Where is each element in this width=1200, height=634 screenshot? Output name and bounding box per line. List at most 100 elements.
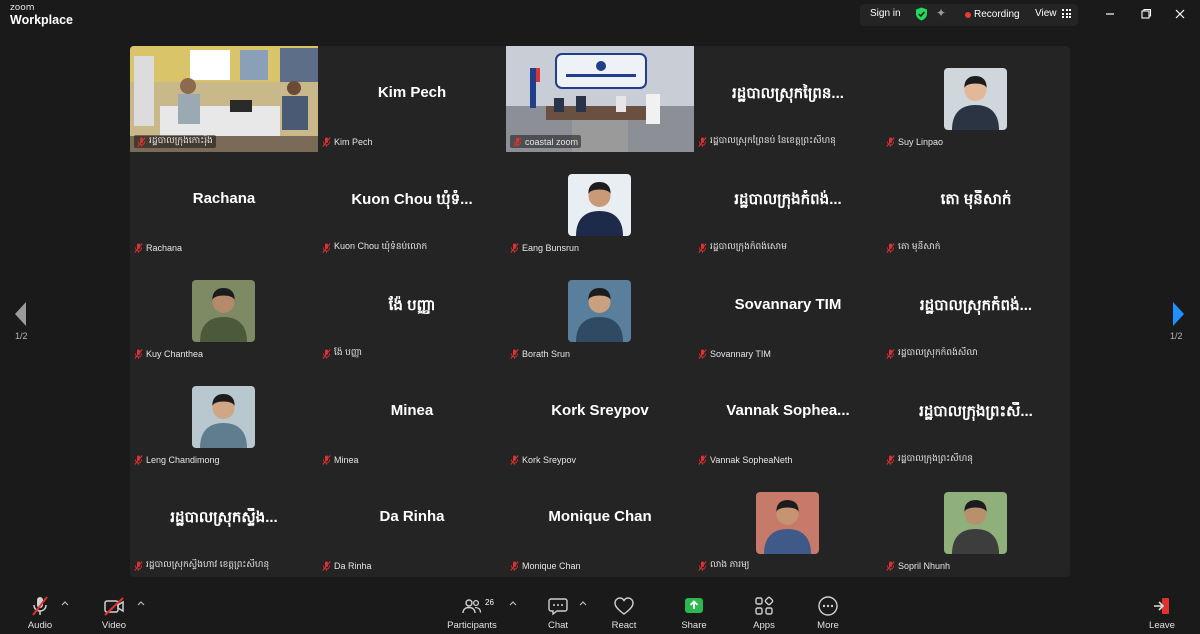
participant-tile[interactable]: Minea Minea — [318, 364, 506, 470]
participant-tile[interactable]: Suy Linpao — [882, 46, 1070, 152]
participant-tile[interactable]: Monique Chan Monique Chan — [506, 470, 694, 576]
mic-muted-icon — [886, 560, 895, 571]
participant-name: coastal zoom — [525, 136, 579, 147]
mic-muted-icon — [134, 348, 143, 359]
mic-muted-icon — [322, 242, 331, 253]
mic-muted-icon — [698, 348, 707, 359]
participant-name-label: Eang Bunsrun — [510, 241, 579, 254]
more-label: More — [817, 620, 839, 631]
participant-name: Borath Srun — [522, 348, 571, 359]
apps-icon — [755, 596, 774, 615]
participant-name: លាង ភារម្យ — [710, 559, 750, 569]
apps-button[interactable]: Apps — [746, 588, 782, 634]
participant-display-name: Rachana — [192, 190, 256, 207]
participant-name: ង៉ែ បញ្ញា — [334, 347, 363, 357]
participant-name-label: Kork Sreypov — [510, 453, 576, 466]
participant-tile[interactable]: coastal zoom — [506, 46, 694, 152]
participant-tile[interactable]: Rachana Rachana — [130, 152, 318, 258]
react-button[interactable]: React — [606, 588, 642, 634]
audio-label: Audio — [27, 620, 53, 631]
participant-tile[interactable]: រដ្ឋបាលក្រុងកោះរ៉ុង — [130, 46, 318, 152]
more-button[interactable]: More — [810, 588, 846, 634]
chat-button[interactable]: Chat — [540, 588, 576, 634]
close-icon[interactable] — [1172, 6, 1188, 22]
profile-photo — [756, 492, 819, 554]
participant-name-label: Sopril Nhunh — [886, 559, 950, 572]
restore-icon[interactable] — [1138, 6, 1154, 22]
participant-name-label: Da Rinha — [322, 559, 372, 572]
audio-options-chevron-icon[interactable] — [61, 600, 69, 606]
participant-display-name: Kuon Chou ឃុំទំ... — [351, 191, 473, 208]
mic-muted-icon — [698, 454, 707, 465]
participants-button[interactable]: 26 Participants — [444, 588, 500, 634]
chat-label: Chat — [547, 620, 569, 631]
participant-name-label: Kuy Chanthea — [134, 347, 203, 360]
participant-tile[interactable]: តោ មុនីសាក់ តោ មុនីសាក់ — [882, 152, 1070, 258]
recording-status[interactable]: Recording — [974, 9, 1020, 20]
participant-tile[interactable]: រដ្ឋបាលក្រុងព្រះសី... រដ្ឋបាលក្រុងព្រះសីហ… — [882, 364, 1070, 470]
participant-tile[interactable]: Kork Sreypov Kork Sreypov — [506, 364, 694, 470]
participant-name: រដ្ឋបាលស្រុកព្រៃនប់ នៃខេត្តព្រះសីហនុ — [710, 135, 836, 145]
participants-label: Participants — [447, 620, 497, 631]
mic-muted-icon — [510, 560, 519, 571]
participant-tile[interactable]: រដ្ឋបាលស្រុកព្រៃន... រដ្ឋបាលស្រុកព្រៃនប់ … — [694, 46, 882, 152]
video-label: Video — [101, 620, 127, 631]
leave-label: Leave — [1149, 620, 1175, 631]
participant-display-name: ង៉ែ បញ្ញា — [388, 297, 436, 314]
leave-icon — [1154, 598, 1169, 614]
participant-name: Da Rinha — [334, 560, 372, 571]
participant-tile[interactable]: Vannak Sophea... Vannak SopheaNeth — [694, 364, 882, 470]
participant-tile[interactable]: រដ្ឋបាលក្រុងកំពង់... រដ្ឋបាលក្រុងកំពង់សោម — [694, 152, 882, 258]
participant-tile[interactable]: Kuon Chou ឃុំទំ... Kuon Chou ឃុំទំនប់លោក — [318, 152, 506, 258]
zoom-logo: zoom Workplace — [10, 4, 73, 27]
brand-bottom: Workplace — [10, 13, 73, 27]
sign-in-button[interactable]: Sign in — [870, 8, 901, 19]
participant-tile[interactable]: Borath Srun — [506, 258, 694, 364]
minimize-icon[interactable] — [1102, 6, 1118, 22]
participants-icon — [462, 599, 482, 614]
participant-tile[interactable]: រដ្ឋបាលស្រុកកំពង់... រដ្ឋបាលស្រុកកំពង់សីល… — [882, 258, 1070, 364]
participant-tile[interactable]: Kuy Chanthea — [130, 258, 318, 364]
shield-icon[interactable] — [915, 7, 928, 21]
share-button[interactable]: Share — [676, 588, 712, 634]
ai-companion-icon[interactable]: ✦ — [936, 6, 950, 20]
participant-tile[interactable]: Sopril Nhunh — [882, 470, 1070, 576]
next-page-arrow-icon[interactable] — [1168, 296, 1188, 332]
participant-name: រដ្ឋបាលក្រុងព្រះសីហនុ — [898, 453, 974, 463]
participant-name: Suy Linpao — [898, 136, 944, 147]
chat-icon — [548, 598, 568, 616]
participant-tile[interactable]: Sovannary TIM Sovannary TIM — [694, 258, 882, 364]
participant-tile[interactable]: ង៉ែ បញ្ញា ង៉ែ បញ្ញា — [318, 258, 506, 364]
profile-photo — [944, 68, 1007, 130]
video-options-chevron-icon[interactable] — [137, 600, 145, 606]
video-button[interactable]: Video — [96, 588, 132, 634]
participant-name: Leng Chandimong — [146, 454, 220, 465]
chat-options-chevron-icon[interactable] — [579, 600, 587, 606]
participant-name-label: Sovannary TIM — [698, 347, 771, 360]
view-button[interactable]: View — [1035, 8, 1057, 19]
participant-tile[interactable]: Kim Pech Kim Pech — [318, 46, 506, 152]
participant-tile[interactable]: Eang Bunsrun — [506, 152, 694, 258]
leave-button[interactable]: Leave — [1144, 588, 1180, 634]
participants-options-chevron-icon[interactable] — [509, 600, 517, 606]
previous-page-arrow-icon[interactable] — [11, 296, 31, 332]
grid-icon[interactable] — [1062, 9, 1071, 18]
participant-name: Sopril Nhunh — [898, 560, 951, 571]
participant-tile[interactable]: លាង ភារម្យ — [694, 470, 882, 576]
participant-tile[interactable]: Da Rinha Da Rinha — [318, 470, 506, 576]
participant-name-label: Suy Linpao — [886, 135, 943, 148]
participant-display-name: តោ មុនីសាក់ — [940, 191, 1012, 208]
participant-name-label: Rachana — [134, 241, 182, 254]
audio-button[interactable]: Audio — [22, 588, 58, 634]
brand-top: zoom — [10, 3, 35, 13]
participant-name-label: coastal zoom — [510, 135, 582, 148]
mic-muted-icon — [510, 242, 519, 253]
mic-muted-icon — [886, 242, 895, 253]
participant-display-name: រដ្ឋបាលក្រុងកំពង់... — [734, 191, 842, 208]
mic-muted-icon — [134, 454, 143, 465]
participant-name-label: Monique Chan — [510, 559, 581, 572]
participant-name: Kim Pech — [334, 136, 373, 147]
participant-tile[interactable]: Leng Chandimong — [130, 364, 318, 470]
participant-name: Kuon Chou ឃុំទំនប់លោក — [334, 241, 428, 251]
participant-tile[interactable]: រដ្ឋបាលស្រុកស្ទឹង... រដ្ឋបាលស្រុកស្ទឹងហាវ… — [130, 470, 318, 576]
